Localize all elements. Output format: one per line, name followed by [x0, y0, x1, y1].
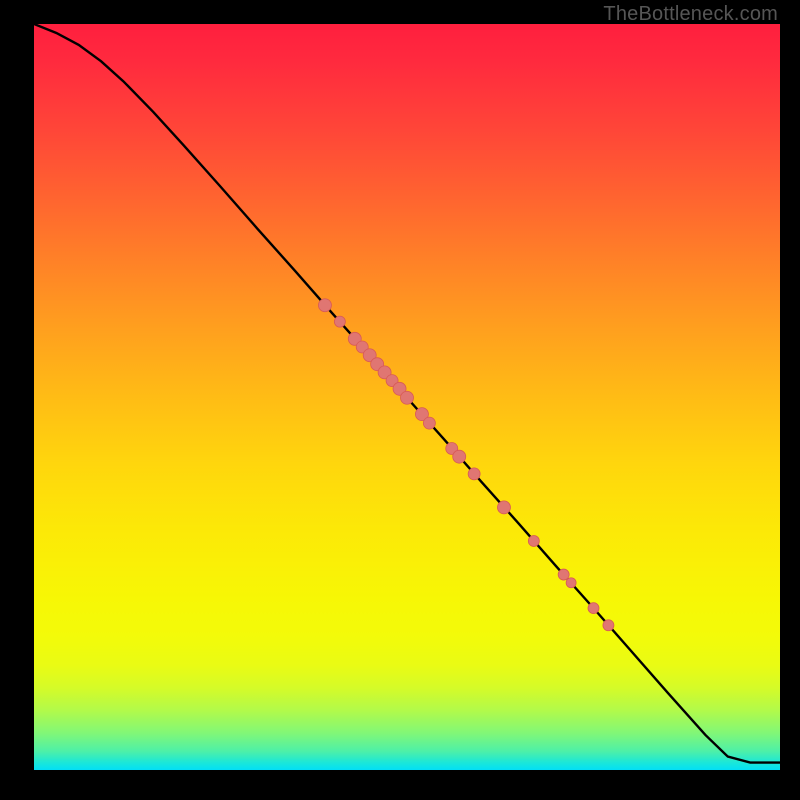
data-point: [401, 391, 414, 404]
chart-markers: [318, 299, 613, 631]
data-point: [348, 332, 361, 345]
data-point: [588, 603, 599, 614]
data-point: [415, 408, 428, 421]
data-point: [318, 299, 331, 312]
data-point: [356, 341, 368, 353]
data-point: [453, 450, 466, 463]
data-point: [371, 358, 384, 371]
data-point: [378, 366, 391, 379]
attribution-text: TheBottleneck.com: [603, 3, 778, 26]
data-point: [603, 620, 614, 631]
data-point: [528, 535, 539, 546]
data-point: [497, 501, 510, 514]
data-point: [558, 569, 569, 580]
data-point: [468, 468, 480, 480]
data-point: [423, 417, 435, 429]
data-point: [566, 578, 576, 588]
data-point: [334, 316, 345, 327]
data-point: [386, 375, 398, 387]
chart-line: [34, 24, 780, 763]
data-point: [446, 442, 458, 454]
chart-svg: [34, 24, 780, 770]
data-point: [363, 349, 376, 362]
data-point: [393, 382, 406, 395]
plot-area: [34, 24, 780, 770]
